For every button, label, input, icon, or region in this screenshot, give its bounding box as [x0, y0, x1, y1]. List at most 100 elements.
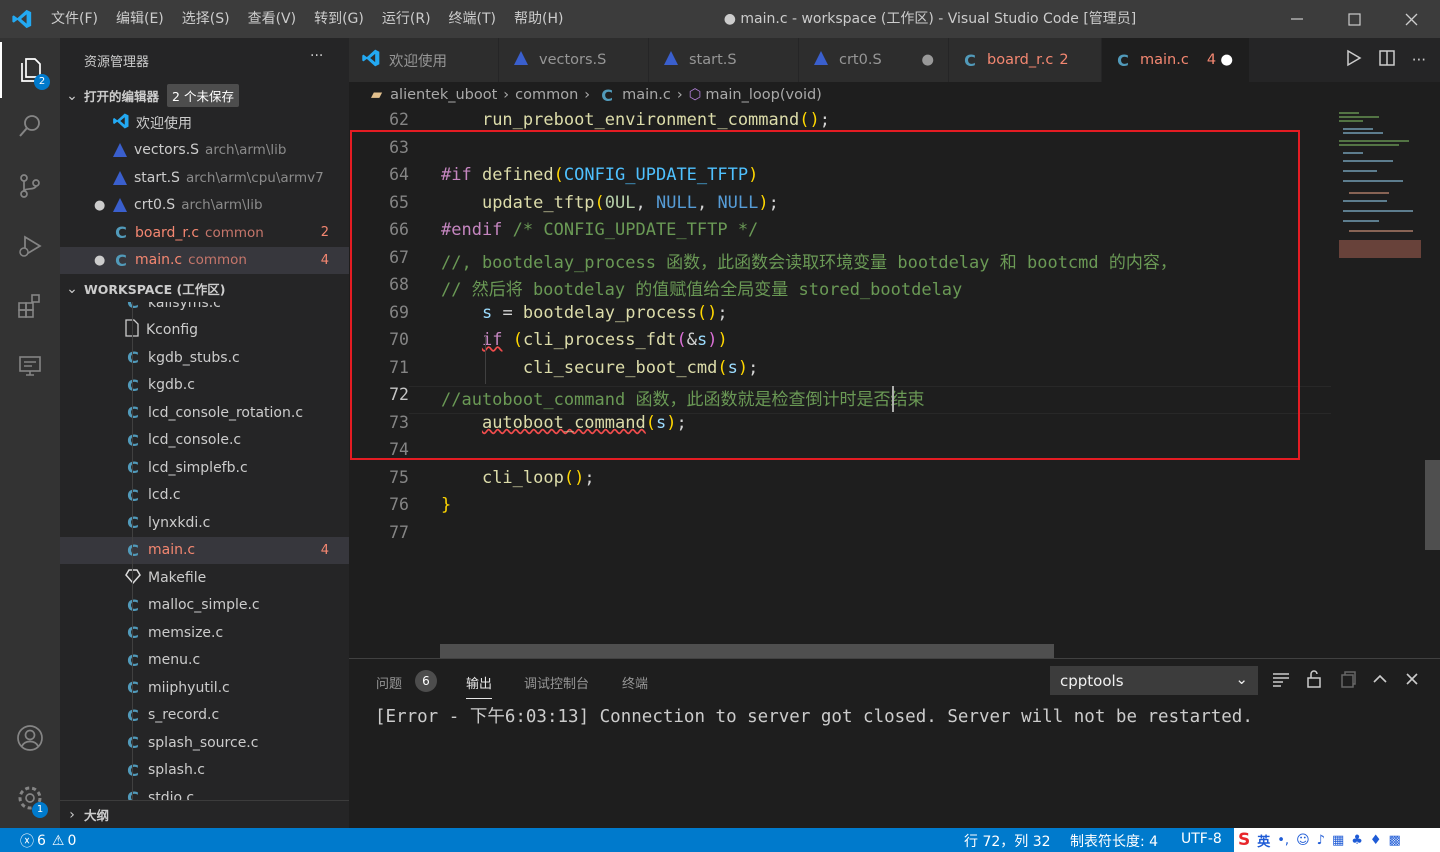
- file-tree-item[interactable]: Makefile: [60, 564, 349, 591]
- horizontal-scrollbar[interactable]: [440, 644, 1054, 658]
- maximize-panel-icon[interactable]: [1370, 669, 1390, 693]
- tab-start-s[interactable]: start.S: [649, 38, 799, 82]
- menu-item[interactable]: 编辑(E): [107, 0, 173, 38]
- file-tree-item[interactable]: Ckgdb.c: [60, 372, 349, 399]
- code-line[interactable]: run_preboot_environment_command();: [441, 110, 830, 130]
- output-text: [Error - 下午6:03:13] Connection to server…: [375, 707, 1253, 727]
- file-tree-item[interactable]: Cmiiphyutil.c: [60, 674, 349, 701]
- open-editor-item[interactable]: ● Cmain.c common 4: [60, 246, 349, 274]
- open-editor-item[interactable]: ● crt0.S arch\arm\lib: [60, 192, 349, 219]
- account-icon[interactable]: [0, 710, 60, 766]
- title-bar: 文件(F) 编辑(E) 选择(S) 查看(V) 转到(G) 运行(R) 终端(T) 帮助(H)…: [0, 0, 1440, 38]
- vertical-scrollbar-thumb[interactable]: [1425, 460, 1440, 550]
- file-tree-item[interactable]: Csplash.c: [60, 757, 349, 784]
- tab-label: vectors.S: [539, 52, 607, 68]
- tab-terminal[interactable]: 终端: [622, 673, 648, 692]
- tab-main-c[interactable]: Cmain.c 4 ●: [1102, 38, 1250, 82]
- tab-vectors-s[interactable]: vectors.S: [499, 38, 649, 82]
- open-editor-item[interactable]: vectors.S arch\arm\lib: [60, 137, 349, 164]
- file-tree-item[interactable]: Cmenu.c: [60, 647, 349, 674]
- outline-header[interactable]: › 大纲: [60, 800, 349, 828]
- breadcrumb-file[interactable]: main.c: [622, 87, 671, 103]
- assembly-file-icon: [112, 197, 128, 213]
- breadcrumb-root[interactable]: alientek_uboot: [390, 87, 497, 103]
- lock-icon[interactable]: [1304, 669, 1324, 693]
- file-tree-item[interactable]: Ckgdb_stubs.c: [60, 344, 349, 371]
- explorer-badge: 2: [34, 74, 50, 90]
- copy-icon[interactable]: [1338, 669, 1358, 693]
- minimize-button[interactable]: [1268, 0, 1326, 38]
- output-channel-select[interactable]: cpptools ⌄: [1050, 666, 1258, 695]
- breadcrumb-folder[interactable]: common: [515, 87, 578, 103]
- search-icon[interactable]: [0, 98, 60, 154]
- cursor-position[interactable]: 行 72，列 32: [964, 831, 1051, 851]
- run-debug-icon[interactable]: [0, 218, 60, 274]
- ime-toolbar[interactable]: S 英 •, ☺ ♪ ▦ ♣ ♦ ▩: [1234, 828, 1440, 852]
- c-file-icon: C: [115, 223, 127, 242]
- grid-icon: ▩: [1388, 832, 1401, 848]
- output-channel-value: cpptools: [1060, 671, 1124, 690]
- file-tree-item[interactable]: Clcd.c: [60, 482, 349, 509]
- more-actions-icon[interactable]: ···: [1412, 51, 1426, 69]
- tab-problems[interactable]: 问题: [376, 673, 402, 692]
- settings-gear-icon[interactable]: 1: [0, 770, 60, 826]
- open-editor-path: arch\arm\lib: [181, 197, 263, 213]
- explorer-sidebar: 资源管理器 ··· ⌄ 打开的编辑器 2 个未保存 欢迎使用 vectors.S a…: [60, 38, 349, 828]
- menu-item[interactable]: 帮助(H): [505, 0, 572, 38]
- clear-output-icon[interactable]: [1271, 669, 1291, 693]
- code-editor[interactable]: 62 run_preboot_environment_command(); 63 6…: [349, 108, 1331, 644]
- tab-debug-console[interactable]: 调试控制台: [524, 673, 589, 692]
- encoding[interactable]: UTF-8: [1181, 831, 1222, 847]
- menu-item[interactable]: 转到(G): [305, 0, 373, 38]
- tab-board-r-c[interactable]: Cboard_r.c 2: [949, 38, 1102, 82]
- open-editor-item[interactable]: Cboard_r.c common 2: [60, 219, 349, 246]
- explorer-icon[interactable]: 2: [0, 42, 60, 98]
- file-name: miiphyutil.c: [148, 679, 230, 696]
- code-token: ;: [584, 467, 595, 488]
- file-tree-item[interactable]: Kconfig: [60, 317, 349, 344]
- file-tree-item[interactable]: Cstdio.c: [60, 784, 349, 800]
- breadcrumb-symbol[interactable]: main_loop(void): [705, 87, 821, 103]
- file-tree-item[interactable]: Clcd_console.c: [60, 427, 349, 454]
- split-editor-icon[interactable]: [1378, 49, 1396, 71]
- tab-crt0-s[interactable]: crt0.S ●: [799, 38, 949, 82]
- close-window-button[interactable]: [1382, 0, 1440, 38]
- tab-label: start.S: [689, 52, 737, 68]
- tab-problem-count: 4: [1206, 52, 1217, 68]
- open-editor-item[interactable]: 欢迎使用: [60, 109, 349, 136]
- explorer-more-button[interactable]: ···: [310, 48, 323, 64]
- menu-item[interactable]: 选择(S): [173, 0, 239, 38]
- menu-item[interactable]: 文件(F): [42, 0, 107, 38]
- tab-output[interactable]: 输出: [466, 673, 493, 699]
- file-tree-item[interactable]: Clynxkdi.c: [60, 509, 349, 536]
- file-tree-item[interactable]: Cmemsize.c: [60, 619, 349, 646]
- close-panel-icon[interactable]: [1402, 669, 1422, 693]
- emoji-icon: ☺: [1296, 832, 1310, 848]
- menu-item[interactable]: 运行(R): [373, 0, 440, 38]
- maximize-button[interactable]: [1325, 0, 1383, 38]
- menu-item[interactable]: 查看(V): [239, 0, 306, 38]
- code-line[interactable]: }: [441, 495, 451, 515]
- open-editor-item[interactable]: start.S arch\arm\cpu\armv7: [60, 164, 349, 191]
- unsaved-dot-icon: ●: [921, 52, 934, 68]
- file-tree-item[interactable]: Cmain.c 4: [60, 536, 349, 564]
- minimap[interactable]: [1331, 108, 1440, 658]
- tab-size[interactable]: 制表符长度: 4: [1070, 831, 1158, 851]
- unsaved-badge: 2 个未保存: [167, 84, 239, 107]
- source-control-icon[interactable]: [0, 158, 60, 214]
- tab-----[interactable]: 欢迎使用: [349, 38, 499, 82]
- open-editors-header[interactable]: ⌄ 打开的编辑器 2 个未保存: [60, 82, 349, 109]
- file-tree-item[interactable]: Clcd_simplefb.c: [60, 454, 349, 481]
- menu-item[interactable]: 终端(T): [440, 0, 505, 38]
- file-tree-item[interactable]: Cs_record.c: [60, 702, 349, 729]
- code-line[interactable]: cli_loop();: [441, 468, 595, 488]
- file-tree-item[interactable]: Cmalloc_simple.c: [60, 592, 349, 619]
- file-tree-item[interactable]: Csplash_source.c: [60, 729, 349, 756]
- remote-explorer-icon[interactable]: [0, 338, 60, 394]
- workspace-header[interactable]: ⌄ WORKSPACE (工作区): [60, 275, 349, 302]
- extensions-icon[interactable]: [0, 278, 60, 334]
- problems-status[interactable]: ⓧ 6 ⚠ 0: [20, 831, 76, 851]
- folder-icon: ▰: [371, 87, 383, 103]
- run-icon[interactable]: [1344, 49, 1362, 71]
- file-tree-item[interactable]: Clcd_console_rotation.c: [60, 399, 349, 426]
